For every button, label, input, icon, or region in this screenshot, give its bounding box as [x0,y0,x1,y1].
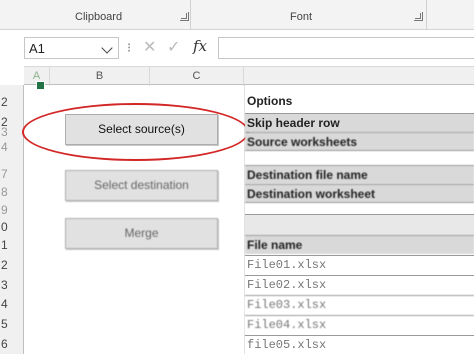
fill-handle-icon[interactable] [36,81,45,90]
ribbon-separator [190,0,191,30]
skip-header-row-cell[interactable]: Skip header row [245,113,474,132]
clipboard-group-label: Clipboard [75,11,123,23]
ribbon-separator [426,0,427,30]
file-row-cell[interactable]: File04.xlsx [245,315,474,334]
clipboard-dialog-launcher-icon[interactable] [180,12,189,21]
row-header[interactable]: 4 [0,140,24,154]
column-header-c[interactable]: C [150,67,244,86]
source-worksheets-cell[interactable]: Source worksheets [245,132,474,151]
row-header[interactable]: 2 [0,258,24,272]
row-header[interactable]: 8 [0,185,24,199]
column-header-b[interactable]: B [50,67,150,86]
destination-worksheet-cell[interactable]: Destination worksheet [245,184,474,203]
file-row-cell[interactable]: File03.xlsx [245,295,474,314]
file-name-header-cell[interactable]: File name [245,235,474,254]
formula-input[interactable] [218,37,474,59]
row-header[interactable]: 3 [0,125,24,139]
cancel-icon[interactable]: ✕ [143,37,156,57]
font-group-label: Font [290,11,313,23]
annotation-circle [22,103,249,161]
row-header[interactable]: 6 [0,337,24,351]
merge-button[interactable]: Merge [65,218,218,249]
column-headers: A B C [24,66,474,86]
ribbon-bar: Clipboard Font [0,0,474,30]
file-row-cell[interactable]: file05.xlsx [245,335,474,354]
row-header[interactable]: 2 [0,95,24,109]
destination-file-name-cell[interactable]: Destination file name [245,165,474,184]
select-destination-button[interactable]: Select destination [65,170,218,201]
insert-function-icon[interactable]: fx [193,37,207,55]
row-header[interactable]: 0 [0,220,24,234]
row-header[interactable]: 1 [0,238,24,252]
blank-cell[interactable] [245,214,474,235]
row-header[interactable]: 9 [0,203,24,217]
font-dialog-launcher-icon[interactable] [414,12,423,21]
row-header[interactable]: 4 [0,297,24,311]
options-title: Options [247,94,293,108]
row-header[interactable]: 3 [0,278,24,292]
row-header[interactable]: 7 [0,167,24,181]
file-row-cell[interactable]: File01.xlsx [245,255,474,274]
row-headers: 2 2 3 4 7 8 9 0 1 2 3 4 5 6 [0,85,24,354]
formula-bar-grip-icon[interactable]: ⁝ [127,40,131,56]
file-row-cell[interactable]: File02.xlsx [245,275,474,294]
enter-icon[interactable]: ✓ [167,37,180,57]
row-header[interactable]: 5 [0,317,24,331]
